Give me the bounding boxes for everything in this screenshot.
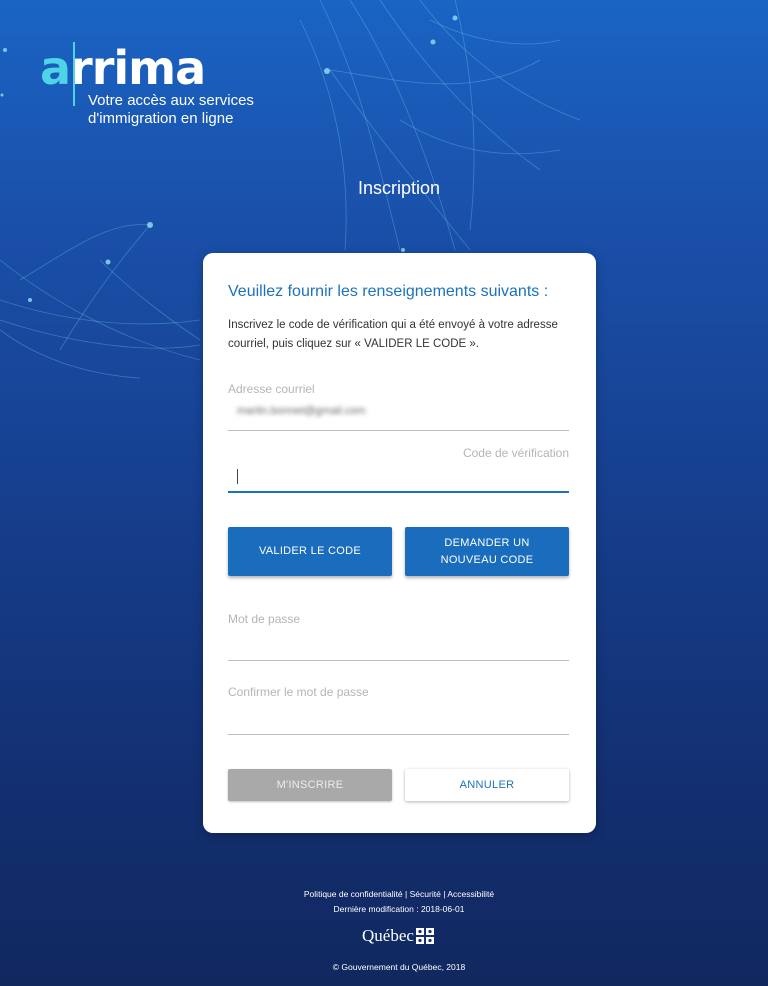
verification-code-underline <box>228 491 569 493</box>
footer-separator: | <box>405 889 408 899</box>
email-field-label: Adresse courriel <box>228 382 315 396</box>
confirm-password-input[interactable] <box>228 734 569 735</box>
footer-link-accessibility[interactable]: Accessibilité <box>447 889 494 899</box>
logo-wordmark: arrima <box>40 41 206 95</box>
validate-code-button[interactable]: VALIDER LE CODE <box>228 527 392 576</box>
registration-form-card: Veuillez fournir les renseignements suiv… <box>203 253 596 833</box>
logo-accent-bar <box>73 42 75 106</box>
quebec-flag-icon <box>415 928 434 944</box>
footer-separator: | <box>443 889 446 899</box>
page-title: Inscription <box>357 178 441 198</box>
logo-tagline: Votre accès aux services d'immigration e… <box>88 92 254 127</box>
quebec-government-logo[interactable]: Québec <box>362 926 434 946</box>
arrima-logo[interactable]: arrima Votre accès aux services d'immigr… <box>40 40 300 140</box>
form-title: Veuillez fournir les renseignements suiv… <box>228 283 549 300</box>
email-field[interactable] <box>228 430 569 431</box>
form-instructions: Inscrivez le code de vérification qui a … <box>228 319 558 350</box>
footer-links: Politique de confidentialité | Sécurité … <box>0 889 768 899</box>
register-button[interactable]: M'INSCRIRE <box>228 769 392 801</box>
verification-code-input[interactable] <box>237 469 238 484</box>
password-input[interactable] <box>228 660 569 661</box>
quebec-wordmark: Québec <box>362 926 414 945</box>
footer-link-security[interactable]: Sécurité <box>410 889 441 899</box>
last-modified: Dernière modification : 2018-06-01 <box>333 904 465 914</box>
password-label: Mot de passe <box>228 612 301 626</box>
copyright: © Gouvernement du Québec, 2018 <box>332 962 466 972</box>
confirm-password-label: Confirmer le mot de passe <box>228 685 369 699</box>
request-new-code-button[interactable]: DEMANDER UN NOUVEAU CODE <box>405 527 569 576</box>
cancel-button[interactable]: ANNULER <box>405 769 569 801</box>
footer-link-privacy[interactable]: Politique de confidentialité <box>304 889 403 899</box>
verification-code-label: Code de vérification <box>462 446 569 460</box>
email-field-value: martin.bonnet@gmail.com <box>237 405 366 417</box>
